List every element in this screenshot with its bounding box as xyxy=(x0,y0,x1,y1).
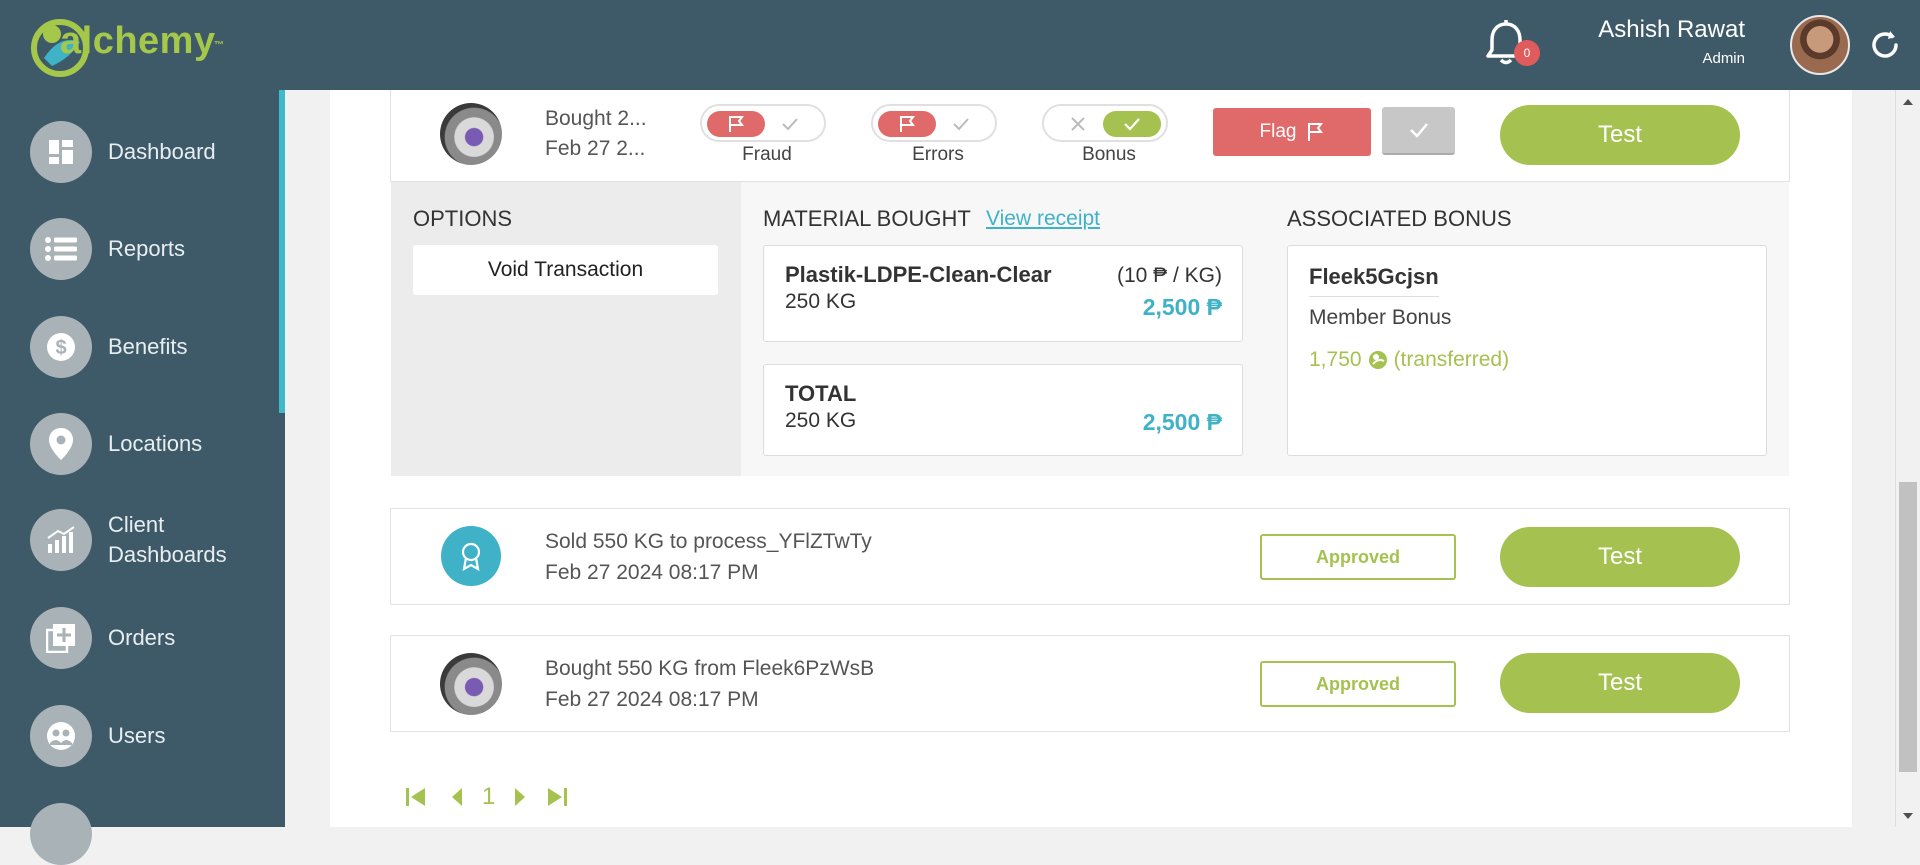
errors-label: Errors xyxy=(912,144,964,165)
sidebar-item-label: Orders xyxy=(108,625,176,650)
avatar[interactable] xyxy=(1790,15,1850,75)
fraud-toggle[interactable] xyxy=(700,104,826,142)
notification-badge: 0 xyxy=(1514,40,1540,66)
close-icon xyxy=(1049,111,1107,137)
total-label: TOTAL xyxy=(785,381,857,406)
brand-name: alchemy xyxy=(60,20,216,62)
scrollbar-thumb[interactable] xyxy=(1899,482,1917,772)
status-badge: Approved xyxy=(1260,534,1456,580)
bonus-amount-row: 1,750 (transferred) xyxy=(1309,348,1509,372)
list-icon xyxy=(30,218,92,280)
dashboard-icon xyxy=(30,121,92,183)
user-name: Ashish Rawat xyxy=(1598,16,1745,43)
status-badge: Approved xyxy=(1260,661,1456,707)
transaction-date: Feb 27 2... xyxy=(545,137,646,160)
material-amount: 2,500 ₱ xyxy=(1142,294,1222,320)
transaction-date: Feb 27 2024 08:17 PM xyxy=(545,561,759,584)
total-amount: 2,500 ₱ xyxy=(1142,409,1222,435)
user-role: Admin xyxy=(1702,50,1745,67)
flag-button-label: Flag xyxy=(1259,121,1297,142)
add-box-icon xyxy=(30,607,92,669)
svg-text:$: $ xyxy=(55,337,66,359)
transaction-summary: Bought 550 KG from Fleek6PzWsB xyxy=(545,657,875,680)
check-icon xyxy=(932,111,990,137)
material-name: Plastik-LDPE-Clean-Clear xyxy=(785,262,1052,287)
transaction-summary: Sold 550 KG to process_YFlZTwTy xyxy=(545,530,872,553)
previous-page-icon[interactable] xyxy=(446,785,470,809)
transaction-date: Feb 27 2024 08:17 PM xyxy=(545,688,759,711)
material-bought-title: MATERIAL BOUGHT xyxy=(763,206,971,231)
associated-bonus-title: ASSOCIATED BONUS xyxy=(1287,206,1512,231)
sidebar-active-indicator xyxy=(279,90,285,413)
scroll-up-icon[interactable] xyxy=(1902,98,1914,106)
processor-icon xyxy=(441,526,501,586)
bonus-status: (transferred) xyxy=(1393,348,1510,371)
sidebar-item-label: Client Dashboards xyxy=(108,512,227,567)
refresh-icon[interactable] xyxy=(1868,28,1902,62)
sidebar-item-label: Benefits xyxy=(108,334,188,359)
sidebar-item-locations[interactable]: Locations xyxy=(30,413,202,475)
sidebar-item-label: Reports xyxy=(108,236,186,261)
pagination: 1 xyxy=(404,783,569,811)
test-button[interactable]: Test xyxy=(1500,105,1740,165)
flag-button[interactable]: Flag xyxy=(1213,108,1371,156)
bonus-type: Member Bonus xyxy=(1309,306,1452,329)
sidebar-item-label: Dashboard xyxy=(108,139,216,164)
more-icon xyxy=(30,803,92,865)
sidebar-item-label: Users xyxy=(108,723,166,748)
sidebar-item-partial[interactable] xyxy=(30,803,92,865)
last-page-icon[interactable] xyxy=(545,785,569,809)
brand-trademark: ™ xyxy=(214,40,224,51)
top-bar: alchemy ™ 0 Ashish Rawat Admin xyxy=(0,0,1920,90)
dollar-icon: $ xyxy=(30,316,92,378)
bonus-label: Bonus xyxy=(1082,144,1136,165)
bonus-card: Fleek5Gcjsn Member Bonus 1,750 (transfer… xyxy=(1287,245,1767,456)
bonus-amount: 1,750 xyxy=(1309,348,1362,371)
errors-toggle[interactable] xyxy=(871,104,997,142)
test-button[interactable]: Test xyxy=(1500,653,1740,713)
chart-icon xyxy=(30,509,92,571)
material-item-card: Plastik-LDPE-Clean-Clear 250 KG (10 ₱ / … xyxy=(763,245,1243,342)
transaction-thumbnail xyxy=(440,653,502,715)
bonus-toggle[interactable] xyxy=(1042,104,1168,142)
flag-icon xyxy=(878,111,936,137)
flag-icon xyxy=(707,111,765,137)
view-receipt-link[interactable]: View receipt xyxy=(986,207,1100,231)
scrollbar[interactable] xyxy=(1895,90,1920,827)
users-icon xyxy=(30,705,92,767)
current-page[interactable]: 1 xyxy=(482,783,495,811)
check-icon xyxy=(1409,123,1428,138)
scroll-down-icon[interactable] xyxy=(1902,812,1914,820)
first-page-icon[interactable] xyxy=(404,785,428,809)
sidebar-item-label: Locations xyxy=(108,431,203,456)
test-button[interactable]: Test xyxy=(1500,527,1740,587)
sidebar-item-users[interactable]: Users xyxy=(30,705,165,767)
sidebar-item-orders[interactable]: Orders xyxy=(30,607,175,669)
void-transaction-button[interactable]: Void Transaction xyxy=(413,245,718,295)
transaction-summary: Bought 2... xyxy=(545,107,647,130)
coin-icon xyxy=(1368,351,1387,369)
total-card: TOTAL 250 KG 2,500 ₱ xyxy=(763,364,1243,456)
fraud-label: Fraud xyxy=(742,144,792,165)
next-page-icon[interactable] xyxy=(507,785,531,809)
sidebar-item-reports[interactable]: Reports xyxy=(30,218,185,280)
material-rate: (10 ₱ / KG) xyxy=(1116,264,1222,287)
transaction-thumbnail xyxy=(440,103,502,165)
check-icon xyxy=(1103,111,1161,137)
transaction-details: OPTIONS Void Transaction MATERIAL BOUGHT… xyxy=(391,182,1789,476)
material-quantity: 250 KG xyxy=(785,290,857,313)
options-column: OPTIONS Void Transaction xyxy=(391,182,741,476)
approve-button[interactable] xyxy=(1382,107,1455,155)
bonus-code: Fleek5Gcjsn xyxy=(1309,264,1439,297)
check-icon xyxy=(761,111,819,137)
sidebar-item-client-dashboards[interactable]: Client Dashboards xyxy=(30,509,258,571)
sidebar-item-benefits[interactable]: $ Benefits xyxy=(30,316,188,378)
flag-icon xyxy=(1308,123,1324,141)
options-title: OPTIONS xyxy=(413,206,513,231)
total-quantity: 250 KG xyxy=(785,409,857,432)
location-pin-icon xyxy=(30,413,92,475)
sidebar-item-dashboard[interactable]: Dashboard xyxy=(30,121,216,183)
